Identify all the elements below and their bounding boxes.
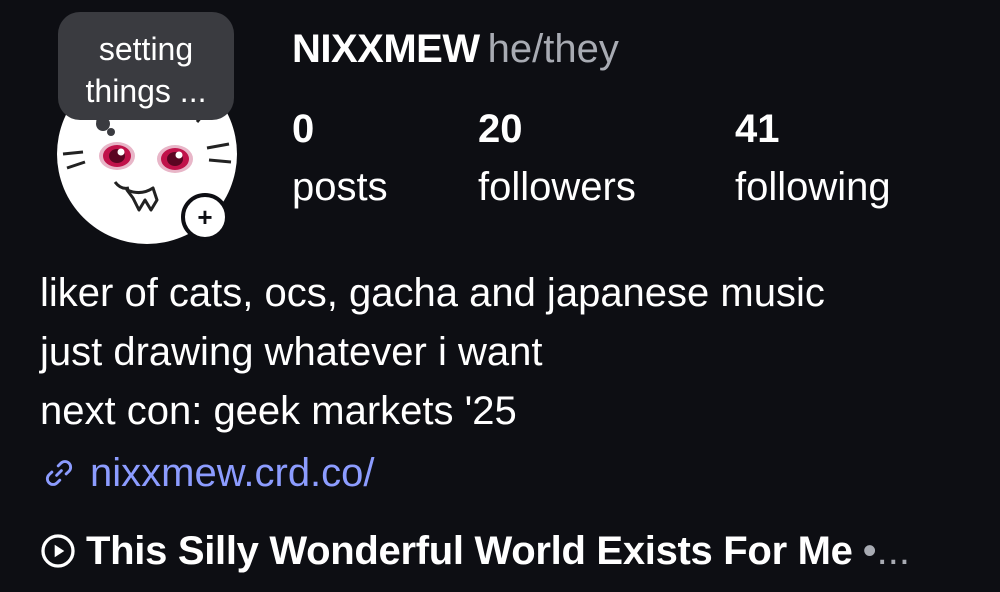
music-title: This Silly Wonderful World Exists For Me [86, 528, 853, 573]
stat-following-count: 41 [735, 107, 780, 151]
music-more-indicator: •... [862, 528, 910, 573]
pronouns: he/they [487, 27, 619, 71]
plus-icon: + [197, 202, 213, 232]
add-story-button[interactable]: + [181, 193, 229, 241]
profile-music[interactable]: This Silly Wonderful World Exists For Me… [40, 522, 910, 580]
play-circle-icon [41, 534, 75, 568]
profile-bio: liker of cats, ocs, gacha and japanese m… [40, 264, 825, 441]
link-icon [45, 460, 73, 486]
note-bubble-tail-small [107, 128, 115, 136]
stat-following[interactable]: 41 following [735, 104, 891, 220]
profile-name-row: NIXXMEW he/they [292, 22, 619, 76]
bio-link-text[interactable]: nixxmew.crd.co/ [90, 451, 375, 496]
note-line-2: things ... [85, 73, 207, 109]
bio-line: next con: geek markets '25 [40, 389, 517, 433]
username: NIXXMEW [292, 27, 480, 71]
stat-followers[interactable]: 20 followers [478, 104, 636, 220]
stat-followers-label: followers [478, 165, 636, 209]
note-line-1: setting [98, 31, 194, 67]
stat-posts-count: 0 [292, 107, 315, 151]
stat-followers-count: 20 [478, 107, 523, 151]
bio-line: just drawing whatever i want [40, 330, 543, 374]
profile-note-bubble[interactable]: setting things ... [58, 12, 234, 120]
stat-following-label: following [735, 165, 891, 209]
bio-link[interactable]: nixxmew.crd.co/ [40, 444, 375, 502]
stat-posts-label: posts [292, 165, 388, 209]
bio-line: liker of cats, ocs, gacha and japanese m… [40, 271, 825, 315]
stat-posts[interactable]: 0 posts [292, 104, 388, 220]
